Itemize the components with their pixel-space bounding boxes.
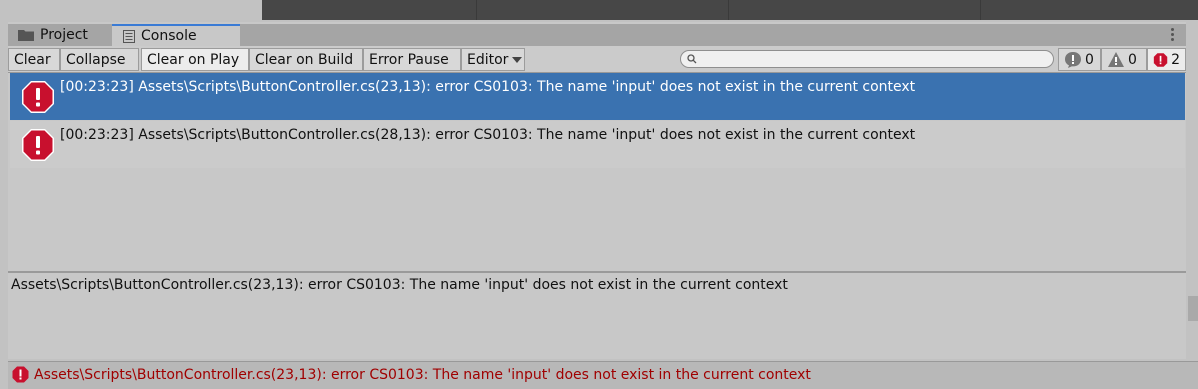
tab-console-label: Console xyxy=(141,28,197,44)
clear-on-play-label: Clear on Play xyxy=(147,51,240,68)
log-entry-message: [00:23:23] Assets\Scripts\ButtonControll… xyxy=(60,127,916,143)
clear-on-play-toggle[interactable]: Clear on Play xyxy=(141,48,249,71)
clear-button-label: Clear xyxy=(14,51,51,68)
error-count-toggle[interactable]: 2 xyxy=(1147,48,1186,71)
log-entry[interactable]: [00:23:23] Assets\Scripts\ButtonControll… xyxy=(10,73,1185,120)
console-icon xyxy=(123,29,135,43)
clear-on-build-toggle[interactable]: Clear on Build xyxy=(249,48,363,71)
scene-view-strip xyxy=(262,0,1198,20)
chevron-down-icon xyxy=(512,56,523,63)
detail-pane: Assets\Scripts\ButtonController.cs(23,13… xyxy=(8,273,1186,358)
status-bar[interactable]: Assets\Scripts\ButtonController.cs(23,13… xyxy=(8,361,1198,389)
tab-console[interactable]: Console xyxy=(112,24,240,46)
warning-count-toggle[interactable]: 0 xyxy=(1101,48,1147,71)
error-pause-toggle[interactable]: Error Pause xyxy=(363,48,461,71)
status-message: Assets\Scripts\ButtonController.cs(23,13… xyxy=(34,367,811,383)
tab-bar: Project Console xyxy=(8,24,1186,46)
editor-dropdown[interactable]: Editor xyxy=(461,48,525,71)
search-field[interactable] xyxy=(680,50,1054,68)
error-pause-label: Error Pause xyxy=(369,51,449,68)
kebab-menu-icon[interactable] xyxy=(1168,27,1176,41)
error-icon xyxy=(1153,52,1168,67)
editor-dropdown-label: Editor xyxy=(467,51,509,68)
warning-icon xyxy=(1108,52,1124,67)
console-toolbar: Clear Collapse Clear on Play Clear on Bu… xyxy=(8,46,1186,73)
search-icon xyxy=(687,54,697,64)
info-icon xyxy=(1065,51,1081,68)
warning-count: 0 xyxy=(1128,51,1137,68)
clear-button[interactable]: Clear xyxy=(8,48,60,71)
collapse-button[interactable]: Collapse xyxy=(60,48,139,71)
log-count: 0 xyxy=(1085,51,1094,68)
log-count-toggle[interactable]: 0 xyxy=(1058,48,1101,71)
error-icon xyxy=(21,80,55,114)
clear-on-build-label: Clear on Build xyxy=(255,51,354,68)
error-icon xyxy=(21,128,55,162)
scrollbar-thumb[interactable] xyxy=(1188,296,1198,321)
error-icon xyxy=(12,366,29,383)
log-entry-message: [00:23:23] Assets\Scripts\ButtonControll… xyxy=(60,79,916,95)
tab-project[interactable]: Project xyxy=(8,24,110,46)
search-input[interactable] xyxy=(697,51,1041,67)
log-entry[interactable]: [00:23:23] Assets\Scripts\ButtonControll… xyxy=(10,121,1185,168)
collapse-button-label: Collapse xyxy=(66,51,126,68)
folder-icon xyxy=(18,30,34,41)
error-count: 2 xyxy=(1171,51,1180,68)
detail-message: Assets\Scripts\ButtonController.cs(23,13… xyxy=(11,277,788,293)
log-list: [00:23:23] Assets\Scripts\ButtonControll… xyxy=(10,73,1185,271)
tab-project-label: Project xyxy=(40,27,88,43)
